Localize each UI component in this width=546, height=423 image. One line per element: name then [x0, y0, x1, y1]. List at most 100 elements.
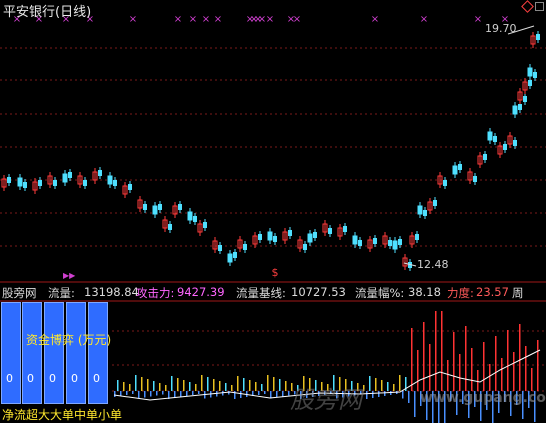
- flow-bar: [132, 391, 134, 394]
- candle-body: [358, 240, 362, 246]
- candle-body: [443, 180, 447, 186]
- base-value: 10727.53: [291, 285, 346, 299]
- capital-zero: 0: [71, 372, 78, 385]
- window-title: 平安银行(日线): [3, 5, 92, 20]
- candle-body: [415, 234, 419, 240]
- capital-zero: 0: [49, 372, 56, 385]
- flow-bar: [135, 375, 137, 391]
- flow-bar: [459, 354, 461, 391]
- flow-bar: [114, 391, 116, 397]
- attack-label: 攻击力:: [136, 286, 175, 300]
- flow-bar: [390, 391, 392, 395]
- flow-bar: [378, 391, 380, 397]
- candle-body: [388, 240, 392, 246]
- candle-body: [107, 175, 113, 185]
- flow-bar: [441, 311, 443, 391]
- signal-marker: ×: [266, 14, 274, 25]
- flow-bar: [117, 380, 119, 391]
- candle-body: [328, 228, 332, 234]
- candle-body: [512, 105, 518, 115]
- flow-bar: [276, 391, 278, 398]
- flow-bar: [180, 391, 182, 397]
- signal-marker: ×: [189, 14, 197, 25]
- flow-label: 流量:: [48, 286, 75, 300]
- capital-column: [44, 302, 64, 404]
- candle-body: [398, 239, 402, 245]
- candle-body: [343, 226, 347, 232]
- flow-bar: [174, 391, 176, 398]
- flow-bar: [192, 391, 194, 395]
- flow-bar: [525, 346, 527, 391]
- flow-bar: [201, 375, 203, 391]
- flow-bar: [495, 336, 497, 391]
- flow-bar: [171, 376, 173, 391]
- candle-body: [38, 180, 42, 186]
- flow-bar: [264, 391, 266, 394]
- indicator-name[interactable]: 股旁网: [2, 285, 37, 301]
- amp-value: 38.18: [408, 285, 441, 299]
- amp-label: 流量幅%:: [355, 286, 405, 300]
- capital-column: [1, 302, 21, 404]
- candle-body: [168, 224, 172, 230]
- flow-bar: [207, 377, 209, 391]
- watermark-url: www.gupang.com: [420, 390, 546, 406]
- capital-zero: 0: [93, 372, 100, 385]
- candle-body: [313, 232, 317, 238]
- candle-body: [62, 173, 68, 183]
- candle-body: [288, 230, 292, 236]
- candle-body: [307, 233, 313, 243]
- candle-body: [128, 184, 132, 190]
- candle-body: [53, 180, 57, 186]
- flow-bar: [165, 385, 167, 391]
- signal-marker: ×: [293, 14, 301, 25]
- flow-bar: [255, 382, 257, 391]
- candle-body: [423, 210, 427, 216]
- flow-bar: [243, 378, 245, 391]
- flow-bar: [159, 383, 161, 391]
- capital-zero: 0: [6, 372, 13, 385]
- candle-body: [483, 154, 487, 160]
- flow-bar: [519, 324, 521, 391]
- flow-bar: [465, 326, 467, 391]
- flow-bar: [447, 360, 449, 391]
- indicator-bar: 股旁网 流量: 13198.84 攻击力: 9427.39 流量基线: 1072…: [0, 283, 546, 301]
- flow-bar: [153, 381, 155, 391]
- flow-bar: [384, 391, 386, 396]
- candle-body: [113, 180, 117, 186]
- force-value: 23.57: [476, 285, 509, 299]
- flow-bar: [162, 391, 164, 395]
- candle-body: [68, 172, 72, 178]
- candle-body: [178, 204, 182, 210]
- flow-bar: [150, 391, 152, 397]
- flow-bar: [219, 381, 221, 391]
- flow-bar: [453, 332, 455, 391]
- candle-body: [23, 182, 27, 188]
- candle-body: [513, 140, 517, 146]
- flow-bar: [282, 391, 284, 397]
- square-icon[interactable]: [535, 2, 544, 11]
- candle-body: [452, 165, 458, 175]
- flow-bar: [231, 385, 233, 391]
- flow-bar: [414, 391, 416, 417]
- flow-bar: [537, 340, 539, 391]
- flow-bar: [363, 385, 365, 391]
- flow-bar: [408, 391, 410, 403]
- more-glyph[interactable]: 周: [512, 285, 524, 301]
- flow-bar: [273, 377, 275, 391]
- candle-body: [533, 72, 537, 78]
- candle-body: [473, 176, 477, 182]
- max-price-label: 19.70: [485, 22, 517, 35]
- flow-bar: [513, 352, 515, 391]
- candle-body: [187, 211, 193, 221]
- flow-bar: [477, 370, 479, 391]
- flow-bar: [228, 391, 230, 395]
- flow-bar: [237, 376, 239, 391]
- flow-bar: [138, 391, 140, 399]
- flow-bar: [279, 379, 281, 391]
- flow-bar: [285, 381, 287, 391]
- flow-bar: [183, 380, 185, 391]
- force-label: 力度:: [447, 286, 474, 300]
- watermark-logo: 股旁网: [290, 386, 362, 414]
- flow-bar: [489, 364, 491, 391]
- candle-body: [417, 205, 423, 215]
